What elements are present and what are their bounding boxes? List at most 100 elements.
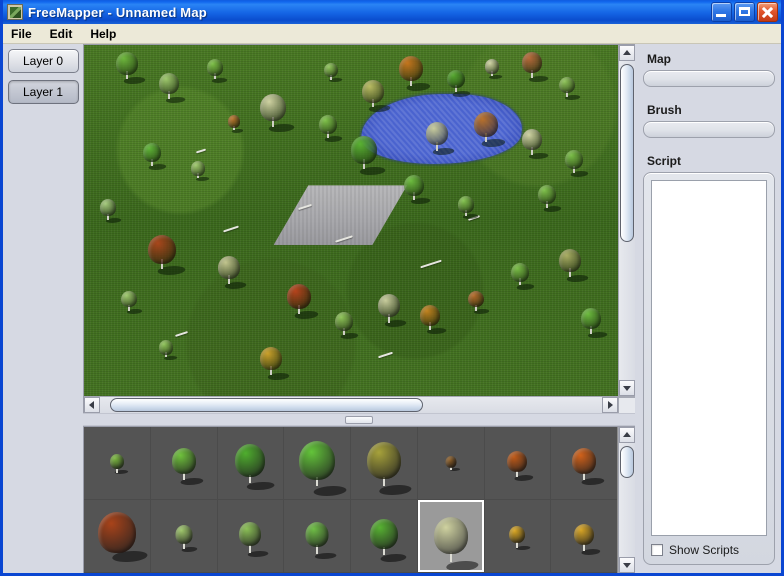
scroll-left-icon[interactable]: [84, 397, 100, 413]
palette-vertical-scrollbar[interactable]: [618, 427, 635, 573]
menu-item-edit[interactable]: Edit: [50, 25, 83, 43]
map-tree: [100, 199, 123, 224]
map-tree: [217, 255, 249, 289]
map-tree: [190, 160, 211, 182]
tree-canopy: [564, 150, 583, 170]
palette-cell-tree-light-green[interactable]: [217, 500, 284, 572]
split-divider[interactable]: [83, 413, 635, 426]
palette-vscroll-track[interactable]: [619, 443, 635, 557]
palette-scroll-up-icon[interactable]: [619, 427, 635, 443]
palette-tile-canopy: [109, 454, 124, 470]
tree-canopy: [511, 262, 530, 282]
palette-cell-tree-green-tall[interactable]: [284, 500, 350, 572]
palette-cell-tree-large-green[interactable]: [284, 427, 350, 499]
tree-canopy: [260, 94, 287, 122]
tree-canopy: [559, 248, 582, 272]
window-title: FreeMapper - Unnamed Map: [28, 4, 207, 20]
show-scripts-checkbox[interactable]: [651, 544, 663, 556]
tree-canopy: [361, 80, 384, 104]
palette-cell-tree-olive-large[interactable]: [351, 427, 417, 499]
palette-cell-tree-small-green[interactable]: [84, 427, 150, 499]
map-hscroll-track[interactable]: [100, 397, 602, 413]
show-scripts-row[interactable]: Show Scripts: [651, 543, 767, 557]
map-vscroll-thumb[interactable]: [620, 64, 634, 242]
tree-canopy: [217, 255, 240, 279]
palette-cell-tree-pale-green-small[interactable]: [150, 500, 217, 572]
palette-vscroll-thumb[interactable]: [620, 446, 634, 479]
palette-cell-tree-orange-small[interactable]: [484, 427, 551, 499]
scroll-up-icon[interactable]: [619, 45, 635, 61]
menu-item-file[interactable]: File: [11, 25, 42, 43]
close-button[interactable]: [757, 2, 778, 22]
layer-button-1[interactable]: Layer 1: [7, 80, 79, 104]
map-tree: [206, 59, 230, 83]
map-tree: [334, 311, 361, 339]
map-tree: [318, 115, 345, 142]
palette-tile-shadow: [309, 486, 350, 497]
palette-cell-tree-pale-birch[interactable]: [417, 500, 484, 572]
split-divider-grip[interactable]: [345, 416, 373, 424]
palette-tile-canopy: [97, 512, 136, 554]
scroll-right-icon[interactable]: [602, 397, 618, 413]
tree-canopy: [116, 52, 139, 76]
palette-tile-canopy: [507, 450, 528, 473]
map-select[interactable]: [643, 70, 775, 87]
palette-tile-canopy: [171, 448, 196, 475]
palette-cell-tree-yellow-small[interactable]: [484, 500, 551, 572]
minimize-button[interactable]: [711, 2, 732, 22]
tools-sidebar: Map Brush Script Show Scripts: [637, 44, 781, 573]
map-hscroll-thumb[interactable]: [110, 398, 424, 412]
palette-tile-canopy: [175, 525, 193, 544]
title-bar: FreeMapper - Unnamed Map: [3, 0, 781, 24]
tree-canopy: [521, 129, 542, 151]
tree-canopy: [521, 52, 542, 74]
map-tree: [559, 76, 582, 101]
map-tree: [404, 174, 433, 205]
tile-palette-area: [83, 426, 635, 573]
tree-canopy: [206, 59, 223, 76]
map-tree: [158, 73, 187, 104]
scroll-down-icon[interactable]: [619, 380, 635, 396]
tree-canopy: [457, 195, 474, 213]
map-tree: [121, 290, 144, 315]
map-tree: [260, 346, 291, 381]
map-tree: [457, 195, 481, 220]
map-tree: [484, 59, 504, 80]
script-textarea[interactable]: [651, 180, 767, 536]
tree-canopy: [420, 304, 441, 326]
palette-tile-shadow: [443, 561, 482, 570]
map-canvas[interactable]: [84, 45, 618, 396]
palette-tile-canopy: [369, 518, 398, 549]
menu-item-help[interactable]: Help: [90, 25, 126, 43]
maximize-button[interactable]: [734, 2, 755, 22]
palette-cell-tree-gold[interactable]: [551, 500, 617, 572]
map-tree: [351, 136, 388, 175]
palette-scroll-down-icon[interactable]: [619, 557, 635, 573]
application-window: FreeMapper - Unnamed Map File Edit Help …: [0, 0, 784, 576]
palette-cell-tree-red-orange[interactable]: [551, 427, 617, 499]
brush-select[interactable]: [643, 121, 775, 138]
palette-cell-tree-tiny-brown[interactable]: [417, 427, 484, 499]
map-tree: [559, 248, 590, 282]
map-vertical-scrollbar[interactable]: [618, 45, 635, 396]
layer-button-0[interactable]: Layer 0: [7, 49, 79, 73]
map-tree: [420, 304, 449, 335]
map-tree: [228, 115, 245, 133]
map-tree: [158, 339, 179, 361]
palette-cell-tree-green-round[interactable]: [351, 500, 417, 572]
tree-canopy: [484, 59, 499, 74]
palette-tile-shadow: [244, 482, 278, 491]
palette-cell-tree-medium-green[interactable]: [150, 427, 217, 499]
map-view-area: [83, 44, 635, 414]
layer-sidebar: Layer 0 Layer 1: [3, 44, 83, 573]
map-tree: [447, 69, 473, 97]
tree-canopy: [121, 290, 138, 308]
map-horizontal-scrollbar[interactable]: [84, 396, 635, 414]
palette-cell-bush-red-large[interactable]: [84, 500, 150, 572]
map-tree: [377, 294, 409, 328]
palette-cell-tree-green-broad[interactable]: [217, 427, 284, 499]
map-vscroll-track[interactable]: [619, 61, 635, 380]
map-tree: [260, 94, 297, 133]
tile-palette-grid[interactable]: [84, 427, 618, 573]
map-tree: [580, 308, 609, 339]
